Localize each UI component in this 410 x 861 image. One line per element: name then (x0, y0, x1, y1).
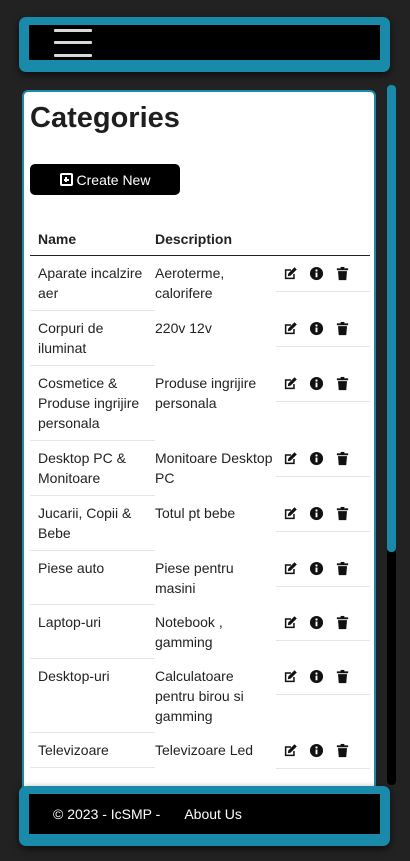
category-name: Televizoare (30, 733, 155, 768)
row-actions (276, 496, 370, 532)
edit-icon[interactable] (283, 506, 298, 521)
navbar (29, 25, 380, 60)
category-name: Jucarii, Copii & Bebe (30, 496, 155, 551)
trash-icon[interactable] (335, 669, 350, 684)
create-new-label: Create New (76, 171, 151, 188)
trash-icon[interactable] (335, 266, 350, 281)
scrollbar[interactable] (387, 85, 396, 785)
info-icon[interactable] (309, 615, 324, 630)
edit-icon[interactable] (283, 561, 298, 576)
edit-icon[interactable] (283, 743, 298, 758)
row-actions (276, 366, 370, 402)
trash-icon[interactable] (335, 321, 350, 336)
table-row: Jucarii, Copii & Bebe Totul pt bebe (30, 496, 370, 551)
table-row: Piese auto Piese pentru masini (30, 551, 370, 605)
edit-icon[interactable] (283, 669, 298, 684)
edit-icon[interactable] (283, 266, 298, 281)
table-row: Televizoare Televizoare Led (30, 733, 370, 769)
category-name: Piese auto (30, 551, 155, 605)
menu-toggle-icon[interactable] (54, 28, 92, 57)
category-name: Desktop PC & Monitoare (30, 441, 155, 496)
main-content: Categories Create New Name Description A… (22, 90, 376, 790)
category-name: Laptop-uri (30, 605, 155, 659)
info-icon[interactable] (309, 376, 324, 391)
edit-icon[interactable] (283, 321, 298, 336)
trash-icon[interactable] (335, 376, 350, 391)
table-row: Cosmetice & Produse ingrijire personala P… (30, 366, 370, 441)
row-actions (276, 311, 370, 347)
table-body: Aparate incalzire aer Aeroterme, calorife… (30, 256, 370, 769)
category-name: Corpuri de iluminat (30, 311, 155, 366)
about-us-link[interactable]: About Us (184, 806, 242, 822)
trash-icon[interactable] (335, 451, 350, 466)
table-header: Name Description (30, 222, 370, 256)
row-actions (276, 733, 370, 769)
trash-icon[interactable] (335, 615, 350, 630)
table-row: Corpuri de iluminat 220v 12v (30, 311, 370, 366)
trash-icon[interactable] (335, 743, 350, 758)
info-icon[interactable] (309, 669, 324, 684)
page-title: Categories (30, 102, 180, 134)
info-icon[interactable] (309, 506, 324, 521)
row-actions (276, 605, 370, 641)
category-name: Desktop-uri (30, 659, 155, 733)
edit-icon[interactable] (283, 615, 298, 630)
scrollbar-thumb[interactable] (387, 85, 396, 552)
category-description: Totul pt bebe (155, 505, 236, 521)
footer-container: © 2023 - IcSMP - About Us (19, 786, 390, 846)
category-description: Produse ingrijire personala (155, 375, 257, 411)
create-new-button[interactable]: Create New (30, 164, 180, 195)
category-description: Piese pentru masini (155, 560, 234, 596)
category-description: Televizoare Led (155, 742, 254, 758)
row-actions (276, 441, 370, 477)
category-name: Cosmetice & Produse ingrijire personala (30, 366, 155, 441)
info-icon[interactable] (309, 321, 324, 336)
category-description: Notebook , gamming (155, 614, 223, 650)
category-description: Aeroterme, calorifere (155, 265, 225, 301)
table-row: Laptop-uri Notebook , gamming (30, 605, 370, 659)
plus-square-icon (59, 173, 73, 186)
row-actions (276, 551, 370, 587)
table-row: Aparate incalzire aer Aeroterme, calorife… (30, 256, 370, 311)
edit-icon[interactable] (283, 376, 298, 391)
row-actions (276, 256, 370, 292)
column-header-name: Name (38, 230, 77, 247)
trash-icon[interactable] (335, 506, 350, 521)
trash-icon[interactable] (335, 561, 350, 576)
info-icon[interactable] (309, 561, 324, 576)
edit-icon[interactable] (283, 451, 298, 466)
column-header-description: Description (155, 230, 233, 247)
table-row: Desktop PC & Monitoare Monitoare Desktop … (30, 441, 370, 496)
table-row: Desktop-uri Calculatoare pentru birou si … (30, 659, 370, 733)
navbar-container (19, 17, 390, 72)
copyright-text: © 2023 - IcSMP - (53, 806, 161, 822)
category-description: Monitoare Desktop PC (155, 450, 273, 486)
footer: © 2023 - IcSMP - About Us (29, 794, 380, 834)
info-icon[interactable] (309, 451, 324, 466)
categories-table: Name Description Aparate incalzire aer Ae… (30, 222, 370, 769)
info-icon[interactable] (309, 266, 324, 281)
info-icon[interactable] (309, 743, 324, 758)
row-actions (276, 659, 370, 695)
category-description: 220v 12v (155, 320, 212, 336)
category-name: Aparate incalzire aer (30, 256, 155, 311)
category-description: Calculatoare pentru birou si gamming (155, 668, 244, 724)
